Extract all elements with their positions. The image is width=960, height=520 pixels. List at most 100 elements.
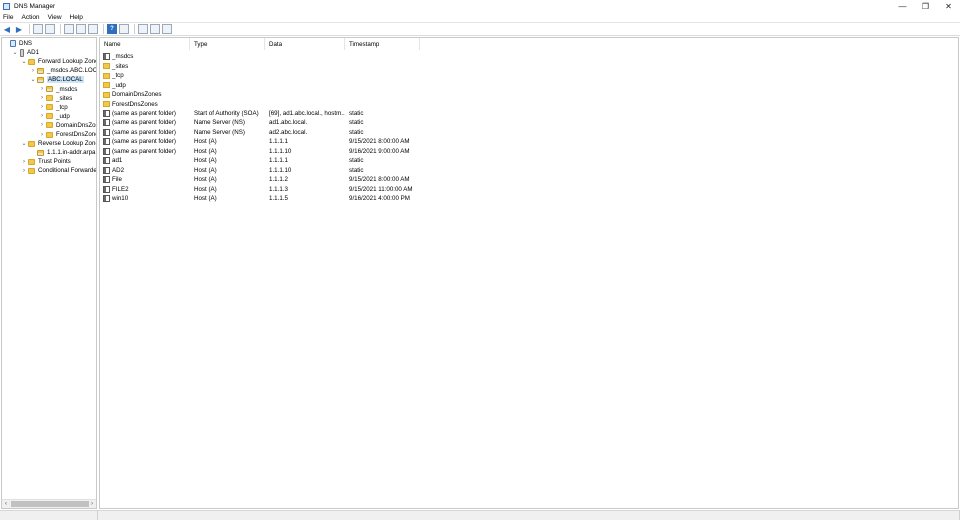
properties-icon[interactable] [64, 24, 74, 34]
menu-action[interactable]: Action [21, 14, 39, 21]
up-folder-icon[interactable] [33, 24, 43, 34]
menu-help[interactable]: Help [70, 14, 83, 21]
scroll-thumb[interactable] [11, 501, 89, 507]
tree-item[interactable]: ⌄ Reverse Lookup Zones [20, 139, 96, 148]
tree-item[interactable]: ⌄ ABC.LOCAL [29, 75, 84, 84]
restore-button[interactable]: ❐ [914, 0, 937, 12]
record-icon [103, 166, 110, 174]
console-tree[interactable]: DNS ⌄ AD1 ⌄ Forward Lookup Zones › _msdcs.ABC.… [1, 37, 97, 509]
tree-item-label: _tcp [56, 103, 68, 111]
record-data: [69], ad1.abc.local., hostm... [269, 109, 345, 117]
table-row[interactable]: (same as parent folder) Name Server (NS) a… [100, 128, 425, 138]
tree-item[interactable]: › DomainDnsZones [38, 121, 96, 130]
column-timestamp-header[interactable]: Timestamp [345, 38, 420, 50]
tree-item[interactable]: › _msdcs [38, 85, 77, 94]
folder-icon [28, 167, 35, 174]
close-button[interactable]: ✕ [937, 0, 960, 12]
help-icon[interactable]: ? [107, 24, 117, 34]
table-row[interactable]: FILE2 Host (A) 1.1.1.3 9/15/2021 11:00:00 A… [100, 184, 425, 194]
record-type: Host (A) [194, 157, 217, 165]
table-row[interactable]: _udp [100, 80, 425, 90]
folder-icon [103, 82, 110, 89]
folder-icon [46, 95, 53, 102]
cell-name: (same as parent folder) [100, 147, 190, 155]
table-row[interactable]: (same as parent folder) Name Server (NS) a… [100, 118, 425, 128]
chevron-down-icon[interactable]: ⌄ [11, 49, 19, 56]
cell-name: (same as parent folder) [100, 128, 190, 136]
table-row[interactable]: DomainDnsZones [100, 90, 425, 100]
chevron-down-icon[interactable]: ⌄ [20, 58, 28, 65]
chevron-right-icon[interactable]: › [29, 68, 37, 74]
record-data: 1.1.1.10 [269, 147, 292, 155]
server-icon[interactable] [138, 24, 148, 34]
column-data-header[interactable]: Data [265, 38, 345, 50]
toolbar-separator [134, 24, 135, 34]
scroll-right-arrow-icon[interactable]: › [88, 500, 96, 508]
record-icon [103, 109, 110, 117]
chevron-right-icon[interactable]: › [38, 132, 46, 138]
chevron-right-icon[interactable]: › [38, 113, 46, 119]
table-row[interactable]: win10 Host (A) 1.1.1.5 9/16/2021 4:00:00 PM [100, 194, 425, 204]
menu-view[interactable]: View [48, 14, 62, 21]
chevron-right-icon[interactable]: › [20, 159, 28, 165]
forward-button[interactable]: ▶ [14, 24, 24, 34]
tree-item-label: _udp [56, 112, 70, 120]
tree-item[interactable]: ⌄ Forward Lookup Zones [20, 57, 96, 66]
tree-item[interactable]: › _tcp [38, 103, 68, 112]
console-view-icon[interactable] [119, 24, 129, 34]
chevron-right-icon[interactable]: › [20, 168, 28, 174]
folder-icon [46, 113, 53, 120]
column-type-header[interactable]: Type [190, 38, 265, 50]
record-timestamp: static [349, 109, 364, 117]
record-type: Start of Authority (SOA) [194, 109, 259, 117]
record-type: Host (A) [194, 185, 217, 193]
refresh-icon[interactable] [76, 24, 86, 34]
tree-item-label: DNS [19, 40, 33, 47]
toolbar-separator [29, 24, 30, 34]
show-hide-console-tree-icon[interactable] [45, 24, 55, 34]
tree-item[interactable]: › ForestDnsZones [38, 130, 96, 139]
table-row[interactable]: _msdcs [100, 52, 425, 62]
column-name-header[interactable]: Name [100, 38, 190, 50]
chevron-right-icon[interactable]: › [38, 95, 46, 101]
tree-item[interactable]: DNS [2, 39, 32, 48]
chevron-right-icon[interactable]: › [38, 104, 46, 110]
menu-file[interactable]: File [3, 14, 13, 21]
export-list-icon[interactable] [88, 24, 98, 34]
scroll-left-arrow-icon[interactable]: ‹ [2, 500, 10, 508]
table-row[interactable]: (same as parent folder) Start of Authorit… [100, 109, 425, 119]
back-button[interactable]: ◀ [2, 24, 12, 34]
chevron-down-icon[interactable]: ⌄ [20, 140, 28, 147]
table-row[interactable]: File Host (A) 1.1.1.2 9/15/2021 8:00:00 AM [100, 175, 425, 185]
tree-item[interactable]: › _msdcs.ABC.LOCAL [29, 66, 96, 75]
table-row[interactable]: (same as parent folder) Host (A) 1.1.1.10 9… [100, 147, 425, 157]
record-icon [103, 176, 110, 184]
record-type: Host (A) [194, 138, 217, 146]
window-controls: — ❐ ✕ [891, 0, 960, 12]
tree-horizontal-scrollbar[interactable]: ‹ › [2, 499, 96, 508]
window-title: DNS Manager [14, 2, 56, 10]
tree-item[interactable]: › _sites [38, 94, 72, 103]
tree-item[interactable]: › Trust Points [20, 157, 71, 166]
chevron-right-icon[interactable]: › [38, 122, 46, 128]
records-list[interactable]: Name Type Data Timestamp _msdcs _sites _tc… [99, 37, 959, 509]
table-row[interactable]: (same as parent folder) Host (A) 1.1.1.1 9/… [100, 137, 425, 147]
tree-item[interactable]: › Conditional Forwarders [20, 166, 96, 175]
detail-view-icon[interactable] [162, 24, 172, 34]
minimize-button[interactable]: — [891, 0, 914, 12]
table-row[interactable]: _sites [100, 61, 425, 71]
zone-icon [37, 149, 44, 156]
tree-item-label: 1.1.1.in-addr.arpa [47, 149, 96, 157]
table-row[interactable]: _tcp [100, 71, 425, 81]
chevron-right-icon[interactable]: › [38, 86, 46, 92]
chevron-down-icon[interactable]: ⌄ [29, 76, 37, 83]
tree-item[interactable]: ⌄ AD1 [11, 48, 39, 57]
cell-name: AD2 [100, 166, 190, 174]
tree-item[interactable]: › _udp [38, 112, 70, 121]
table-row[interactable]: ForestDnsZones [100, 99, 425, 109]
list-view-icon[interactable] [150, 24, 160, 34]
tree-item-label: ABC.LOCAL [47, 76, 84, 84]
table-row[interactable]: AD2 Host (A) 1.1.1.10 static [100, 165, 425, 175]
tree-item[interactable]: 1.1.1.in-addr.arpa [29, 148, 96, 157]
table-row[interactable]: ad1 Host (A) 1.1.1.1 static [100, 156, 425, 166]
